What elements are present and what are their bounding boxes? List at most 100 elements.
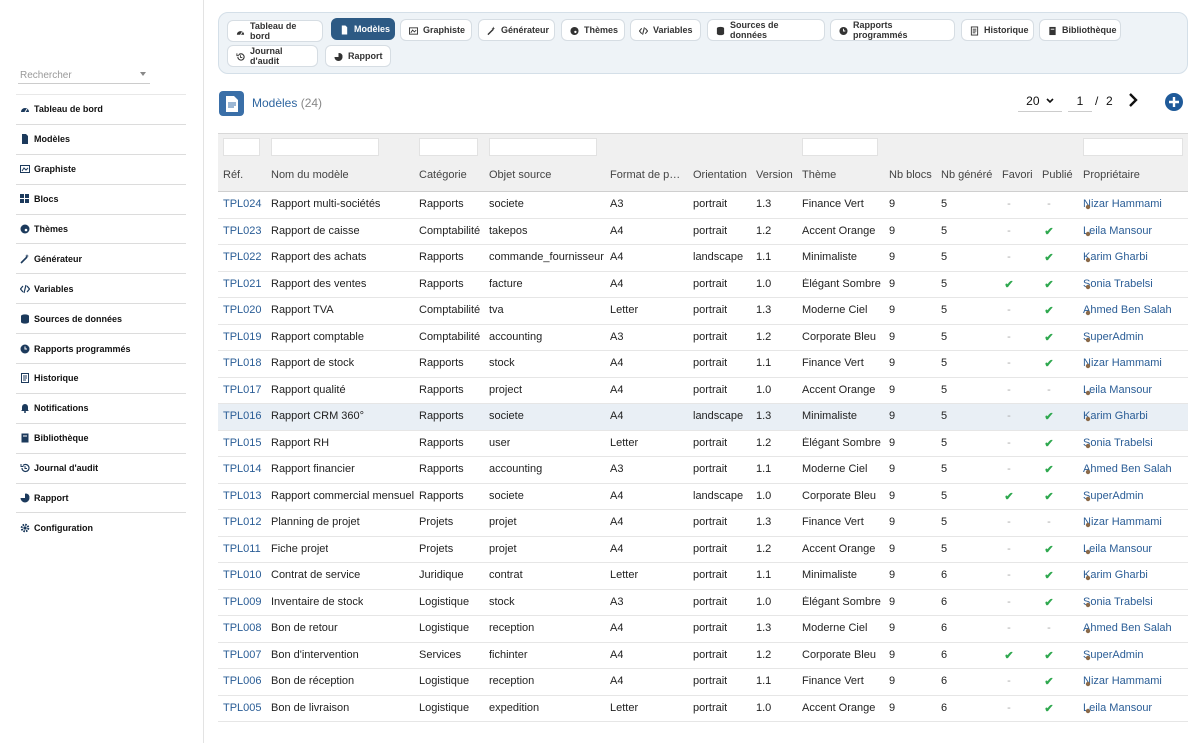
column-header[interactable]: Nom du modèle: [271, 169, 349, 181]
owner-link[interactable]: SuperAdmin: [1083, 331, 1144, 343]
tab-palette[interactable]: Thèmes: [561, 19, 625, 41]
tab-file[interactable]: Modèles: [331, 18, 395, 40]
filter-ref-input[interactable]: [223, 138, 260, 156]
filter-source-input[interactable]: [489, 138, 597, 156]
tab-pie-chart[interactable]: Rapport: [325, 45, 391, 67]
sidebar-item-book[interactable]: Bibliothèque: [16, 424, 186, 454]
tab-dashboard[interactable]: Tableau de bord: [227, 20, 323, 42]
template-ref-link[interactable]: TPL013: [223, 490, 262, 502]
table-row[interactable]: TPL020 Rapport TVA Comptabilité tva Letter po…: [218, 298, 1188, 325]
column-header[interactable]: Objet source: [489, 169, 551, 181]
owner-link[interactable]: Nizar Hammami: [1083, 357, 1162, 369]
sidebar-item-grid[interactable]: Blocs: [16, 185, 186, 215]
column-header[interactable]: Nb blocs: [889, 169, 932, 181]
owner-link[interactable]: Karim Gharbi: [1083, 251, 1148, 263]
sidebar-item-clock[interactable]: Rapports programmés: [16, 334, 186, 365]
table-row[interactable]: TPL005 Bon de livraison Logistique expediti…: [218, 696, 1188, 722]
sidebar-item-pie-chart[interactable]: Rapport: [16, 484, 186, 514]
owner-link[interactable]: Nizar Hammami: [1083, 675, 1162, 687]
table-row[interactable]: TPL010 Contrat de service Juridique contrat…: [218, 563, 1188, 590]
sidebar-item-palette[interactable]: Thèmes: [16, 215, 186, 245]
owner-link[interactable]: Karim Gharbi: [1083, 410, 1148, 422]
owner-link[interactable]: Leila Mansour: [1083, 384, 1152, 396]
next-page-button[interactable]: [1126, 91, 1142, 109]
column-header[interactable]: Version: [756, 169, 793, 181]
table-row[interactable]: TPL007 Bon d'intervention Services fichinte…: [218, 643, 1188, 669]
template-ref-link[interactable]: TPL012: [223, 516, 262, 528]
tab-clock[interactable]: Rapports programmés: [830, 19, 955, 41]
owner-link[interactable]: Sonia Trabelsi: [1083, 596, 1153, 608]
template-ref-link[interactable]: TPL006: [223, 675, 262, 687]
owner-link[interactable]: SuperAdmin: [1083, 649, 1144, 661]
owner-link[interactable]: Nizar Hammami: [1083, 198, 1162, 210]
sidebar-item-code[interactable]: Variables: [16, 274, 186, 305]
tab-code[interactable]: Variables: [630, 19, 701, 41]
add-template-button[interactable]: [1165, 93, 1183, 111]
owner-link[interactable]: Nizar Hammami: [1083, 516, 1162, 528]
template-ref-link[interactable]: TPL019: [223, 331, 262, 343]
table-row[interactable]: TPL023 Rapport de caisse Comptabilité takep…: [218, 219, 1188, 245]
owner-link[interactable]: Ahmed Ben Salah: [1083, 463, 1172, 475]
template-ref-link[interactable]: TPL008: [223, 622, 262, 634]
template-ref-link[interactable]: TPL007: [223, 649, 262, 661]
table-row[interactable]: TPL021 Rapport des ventes Rapports facture A…: [218, 272, 1188, 298]
owner-link[interactable]: Leila Mansour: [1083, 225, 1152, 237]
tab-document[interactable]: Historique: [961, 19, 1034, 41]
sidebar-item-wand[interactable]: Générateur: [16, 244, 186, 275]
template-ref-link[interactable]: TPL023: [223, 225, 262, 237]
table-row[interactable]: TPL015 Rapport RH Rapports user Letter portra…: [218, 431, 1188, 457]
table-row[interactable]: TPL011 Fiche projet Projets projet A4 portrai…: [218, 537, 1188, 563]
table-row[interactable]: TPL018 Rapport de stock Rapports stock A4 por…: [218, 351, 1188, 378]
column-header[interactable]: Format de p…: [610, 169, 688, 181]
table-row[interactable]: TPL008 Bon de retour Logistique reception A4…: [218, 616, 1188, 643]
column-header[interactable]: Publié: [1042, 169, 1073, 181]
template-ref-link[interactable]: TPL018: [223, 357, 262, 369]
table-row[interactable]: TPL019 Rapport comptable Comptabilité accou…: [218, 325, 1188, 351]
table-row[interactable]: TPL024 Rapport multi-sociétés Rapports soci…: [218, 192, 1188, 219]
sidebar-item-database[interactable]: Sources de données: [16, 304, 186, 335]
column-header[interactable]: Favori: [1002, 169, 1033, 181]
owner-link[interactable]: Sonia Trabelsi: [1083, 437, 1153, 449]
table-row[interactable]: TPL009 Inventaire de stock Logistique stock…: [218, 590, 1188, 616]
sidebar-item-image[interactable]: Graphiste: [16, 155, 186, 185]
sidebar-item-history[interactable]: Journal d'audit: [16, 454, 186, 484]
tab-book[interactable]: Bibliothèque: [1039, 19, 1121, 41]
template-ref-link[interactable]: TPL022: [223, 251, 262, 263]
table-row[interactable]: TPL022 Rapport des achats Rapports commande…: [218, 245, 1188, 272]
column-header[interactable]: Catégorie: [419, 169, 467, 181]
template-ref-link[interactable]: TPL021: [223, 278, 262, 290]
owner-link[interactable]: SuperAdmin: [1083, 490, 1144, 502]
filter-name-input[interactable]: [271, 138, 379, 156]
sidebar-item-gear[interactable]: Configuration: [16, 513, 186, 543]
owner-link[interactable]: Ahmed Ben Salah: [1083, 622, 1172, 634]
owner-link[interactable]: Leila Mansour: [1083, 702, 1152, 714]
table-row[interactable]: TPL006 Bon de réception Logistique receptio…: [218, 669, 1188, 696]
template-ref-link[interactable]: TPL015: [223, 437, 262, 449]
template-ref-link[interactable]: TPL017: [223, 384, 262, 396]
sidebar-item-document[interactable]: Historique: [16, 364, 186, 394]
table-row[interactable]: TPL016 Rapport CRM 360° Rapports societe A4 l…: [218, 404, 1188, 431]
table-row[interactable]: TPL014 Rapport financier Rapports accountin…: [218, 457, 1188, 484]
owner-link[interactable]: Karim Gharbi: [1083, 569, 1148, 581]
tab-wand[interactable]: Générateur: [478, 19, 555, 41]
owner-link[interactable]: Leila Mansour: [1083, 543, 1152, 555]
current-page-input[interactable]: 1: [1068, 92, 1092, 112]
owner-link[interactable]: Sonia Trabelsi: [1083, 278, 1153, 290]
owner-link[interactable]: Ahmed Ben Salah: [1083, 304, 1172, 316]
column-header[interactable]: Réf.: [223, 169, 243, 181]
column-header[interactable]: Nb généré: [941, 169, 992, 181]
template-ref-link[interactable]: TPL011: [223, 543, 261, 555]
page-size-select[interactable]: 20: [1018, 92, 1062, 112]
template-ref-link[interactable]: TPL005: [223, 702, 262, 714]
column-header[interactable]: Orientation: [693, 169, 747, 181]
column-header[interactable]: Propriétaire: [1083, 169, 1140, 181]
template-ref-link[interactable]: TPL014: [223, 463, 262, 475]
sidebar-item-dashboard[interactable]: Tableau de bord: [16, 95, 186, 125]
tab-database[interactable]: Sources de données: [707, 19, 825, 41]
sidebar-item-file[interactable]: Modèles: [16, 125, 186, 155]
template-ref-link[interactable]: TPL024: [223, 198, 262, 210]
template-ref-link[interactable]: TPL016: [223, 410, 262, 422]
filter-category-input[interactable]: [419, 138, 478, 156]
template-ref-link[interactable]: TPL010: [223, 569, 262, 581]
table-row[interactable]: TPL013 Rapport commercial mensuel Rapports…: [218, 484, 1188, 510]
